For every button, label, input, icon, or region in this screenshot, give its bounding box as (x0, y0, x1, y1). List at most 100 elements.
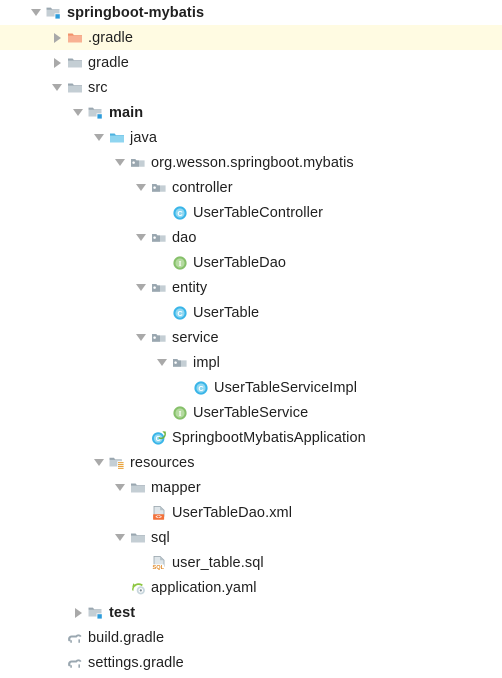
tree-row[interactable]: C UserTableServiceImpl (0, 375, 502, 400)
tree-row-label: UserTableDao (193, 254, 287, 271)
tree-row[interactable]: java (0, 125, 502, 150)
chevron-down-icon[interactable] (112, 150, 129, 175)
tree-row[interactable]: org.wesson.springboot.mybatis (0, 150, 502, 175)
folder-icon (66, 54, 84, 72)
chevron-right-icon[interactable] (70, 600, 87, 625)
tree-row[interactable]: I UserTableDao (0, 250, 502, 275)
folder-icon (66, 79, 84, 97)
chevron-down-icon[interactable] (91, 450, 108, 475)
java-class-icon: C (171, 204, 189, 222)
tree-row[interactable]: test (0, 600, 502, 625)
sql-file-icon: SQL (150, 554, 168, 572)
tree-row-label: gradle (88, 54, 129, 71)
tree-row[interactable]: mapper (0, 475, 502, 500)
java-interface-icon: I (171, 404, 189, 422)
chevron-right-icon[interactable] (49, 25, 66, 50)
tree-row[interactable]: resources (0, 450, 502, 475)
tree-row-label: UserTableDao.xml (172, 504, 293, 521)
svg-text:C: C (177, 309, 183, 318)
tree-row[interactable]: controller (0, 175, 502, 200)
folder-icon (129, 479, 147, 497)
tree-arrow-placeholder (133, 550, 150, 575)
excluded-folder-icon (66, 29, 84, 47)
tree-row[interactable]: main (0, 100, 502, 125)
tree-row-label: dao (172, 229, 197, 246)
chevron-down-icon[interactable] (28, 0, 45, 25)
tree-row[interactable]: application.yaml (0, 575, 502, 600)
tree-arrow-placeholder (175, 375, 192, 400)
tree-row[interactable]: settings.gradle (0, 650, 502, 675)
tree-row-label: .gradle (88, 29, 134, 46)
tree-row[interactable]: <> UserTableDao.xml (0, 500, 502, 525)
tree-row-label: test (109, 604, 136, 621)
svg-text:C: C (177, 209, 183, 218)
tree-row[interactable]: C SpringbootMybatisApplication (0, 425, 502, 450)
svg-text:C: C (156, 436, 161, 443)
tree-row[interactable]: src (0, 75, 502, 100)
java-class-icon: C (192, 379, 210, 397)
tree-row[interactable]: sql (0, 525, 502, 550)
tree-row[interactable]: gradle (0, 50, 502, 75)
chevron-down-icon[interactable] (112, 525, 129, 550)
chevron-down-icon[interactable] (91, 125, 108, 150)
chevron-down-icon[interactable] (49, 75, 66, 100)
chevron-right-icon[interactable] (49, 50, 66, 75)
tree-row[interactable]: entity (0, 275, 502, 300)
tree-row[interactable]: service (0, 325, 502, 350)
svg-text:<>: <> (155, 514, 161, 520)
package-icon (150, 329, 168, 347)
tree-row-label: application.yaml (151, 579, 257, 596)
tree-row-label: UserTableService (193, 404, 309, 421)
chevron-down-icon[interactable] (133, 175, 150, 200)
tree-row[interactable]: .gradle (0, 25, 502, 50)
chevron-down-icon[interactable] (112, 475, 129, 500)
chevron-down-icon[interactable] (133, 325, 150, 350)
chevron-down-icon[interactable] (133, 275, 150, 300)
tree-row[interactable]: I UserTableService (0, 400, 502, 425)
svg-text:I: I (179, 259, 182, 267)
tree-row[interactable]: build.gradle (0, 625, 502, 650)
chevron-down-icon[interactable] (70, 100, 87, 125)
gradle-file-icon (66, 654, 84, 672)
tree-row-label: build.gradle (88, 629, 165, 646)
tree-row[interactable]: dao (0, 225, 502, 250)
java-interface-icon: I (171, 254, 189, 272)
tree-arrow-placeholder (154, 200, 171, 225)
tree-row[interactable]: C UserTableController (0, 200, 502, 225)
module-folder-icon (87, 104, 105, 122)
chevron-down-icon[interactable] (133, 225, 150, 250)
package-icon (129, 154, 147, 172)
tree-row[interactable]: SQL user_table.sql (0, 550, 502, 575)
package-icon (171, 354, 189, 372)
folder-icon (129, 529, 147, 547)
chevron-down-icon[interactable] (154, 350, 171, 375)
tree-row-label: mapper (151, 479, 201, 496)
tree-row-label: org.wesson.springboot.mybatis (151, 154, 354, 171)
gradle-file-icon (66, 629, 84, 647)
tree-row[interactable]: springboot-mybatis (0, 0, 502, 25)
tree-row-label: resources (130, 454, 195, 471)
tree-row[interactable]: impl (0, 350, 502, 375)
tree-row-label: src (88, 79, 108, 96)
tree-row[interactable]: C UserTable (0, 300, 502, 325)
project-tool-window-tree[interactable]: springboot-mybatis .gradle gradle src main ja… (0, 0, 502, 678)
module-folder-icon (87, 604, 105, 622)
source-root-folder-icon (108, 129, 126, 147)
tree-row-label: springboot-mybatis (67, 4, 205, 21)
